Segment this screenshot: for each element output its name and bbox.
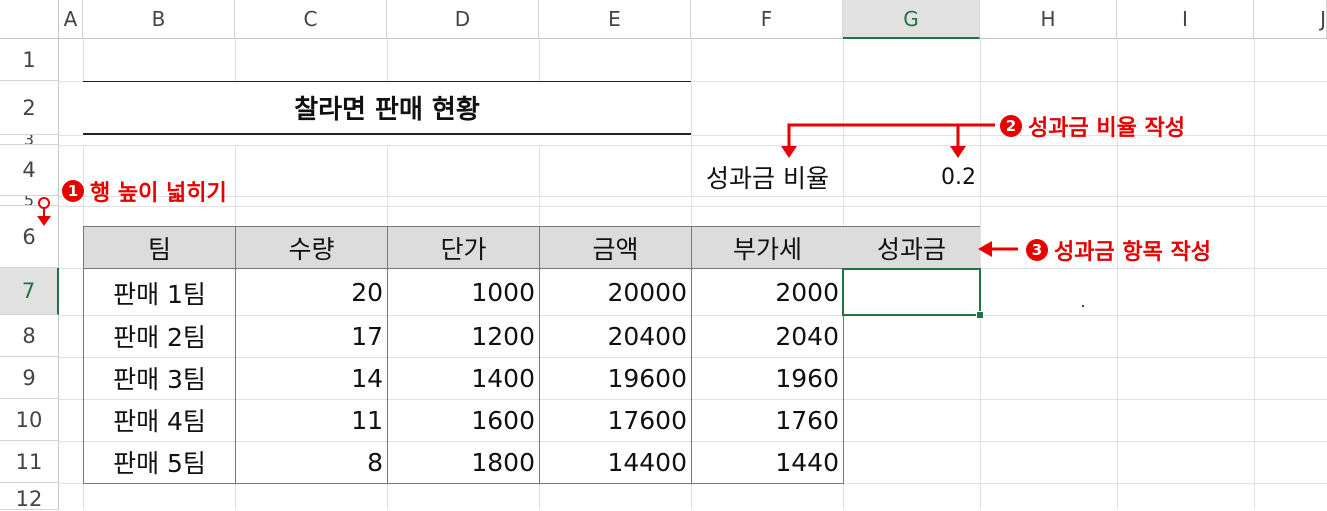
annotation-1-badge: 1 <box>62 180 84 202</box>
annotation-3: 3 성과금 항목 작성 <box>1026 234 1211 266</box>
arrow-to-rate-label <box>787 123 995 148</box>
arrow-head-rate-value <box>950 146 966 158</box>
arrow-head-rate-label <box>781 146 797 158</box>
annotation-2-badge: 2 <box>1000 115 1022 137</box>
annotation-3-text: 성과금 항목 작성 <box>1054 240 1211 265</box>
annotation-1-text: 행 높이 넓히기 <box>90 181 227 206</box>
annotation-3-badge: 3 <box>1026 239 1048 261</box>
annotation-1: 1 행 높이 넓히기 <box>62 175 227 207</box>
arrow-head-bonus-header <box>978 241 992 257</box>
row-resize-handle-icon <box>38 197 50 209</box>
row-resize-arrow-head <box>37 216 51 226</box>
annotation-2: 2 성과금 비율 작성 <box>1000 110 1185 142</box>
annotation-2-text: 성과금 비율 작성 <box>1028 116 1185 141</box>
